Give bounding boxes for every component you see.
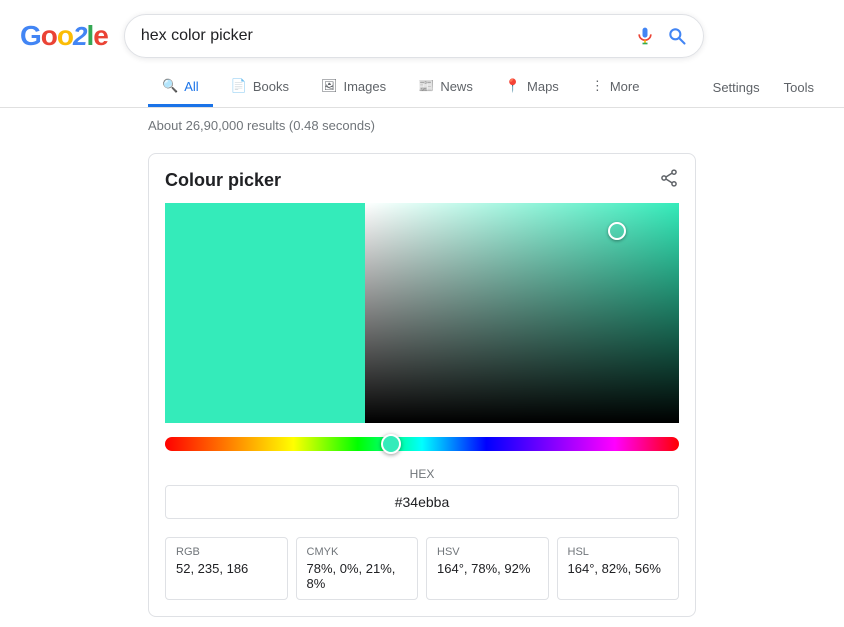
results-info: About 26,90,000 results (0.48 seconds) (0, 108, 844, 143)
logo-l: l (86, 22, 93, 50)
hsv-label: HSV (437, 546, 538, 558)
tab-news-label: News (440, 79, 473, 94)
hsv-box[interactable]: HSV 164°, 78%, 92% (426, 537, 549, 600)
nav-settings-area: Settings Tools (703, 72, 824, 103)
cmyk-box[interactable]: CMYK 78%, 0%, 21%, 8% (296, 537, 419, 600)
search-input[interactable] (141, 27, 635, 45)
rgb-box[interactable]: RGB 52, 235, 186 (165, 537, 288, 600)
color-values: RGB 52, 235, 186 CMYK 78%, 0%, 21%, 8% H… (149, 529, 695, 616)
search-icons (635, 26, 687, 46)
mic-icon[interactable] (635, 26, 655, 46)
maps-icon: 📍 (505, 78, 521, 94)
all-icon: 🔍 (162, 78, 178, 94)
color-swatch (165, 203, 365, 423)
more-icon: ⋮ (591, 78, 604, 94)
news-icon: 📰 (418, 78, 434, 94)
tab-all-label: All (184, 79, 198, 94)
search-bar (124, 14, 704, 58)
hsv-value: 164°, 78%, 92% (437, 561, 538, 576)
hue-slider-container (149, 423, 695, 461)
tab-more-label: More (610, 79, 640, 94)
tab-more[interactable]: ⋮ More (577, 68, 654, 107)
picker-main[interactable] (165, 203, 679, 423)
hue-slider[interactable] (165, 437, 679, 451)
color-picker-card: Colour picker HEX RG (148, 153, 696, 617)
tab-all[interactable]: 🔍 All (148, 68, 213, 107)
nav-tabs: 🔍 All 📄 Books 🖼 Images 📰 News 📍 Maps ⋮ M… (0, 68, 844, 108)
hex-input[interactable] (178, 494, 666, 510)
rgb-label: RGB (176, 546, 277, 558)
tab-books[interactable]: 📄 Books (217, 68, 303, 107)
tab-news[interactable]: 📰 News (404, 68, 487, 107)
hsl-box[interactable]: HSL 164°, 82%, 56% (557, 537, 680, 600)
tab-images-label: Images (343, 79, 386, 94)
tab-maps[interactable]: 📍 Maps (491, 68, 573, 107)
hex-input-wrapper (165, 485, 679, 519)
images-icon: 🖼 (321, 78, 338, 94)
logo-o1: o (41, 22, 57, 50)
tab-images[interactable]: 🖼 Images (307, 68, 400, 107)
search-button[interactable] (667, 26, 687, 46)
tab-books-label: Books (253, 79, 289, 94)
logo-e: e (93, 22, 108, 50)
logo-2: 2 (73, 23, 86, 49)
card-title: Colour picker (165, 170, 281, 191)
settings-button[interactable]: Settings (703, 72, 770, 103)
hsl-value: 164°, 82%, 56% (568, 561, 669, 576)
header: Goo2le (0, 0, 844, 68)
hex-label: HEX (410, 467, 435, 481)
logo-o2: o (57, 22, 73, 50)
cmyk-label: CMYK (307, 546, 408, 558)
card-header: Colour picker (149, 154, 695, 203)
hex-section: HEX (149, 461, 695, 529)
tools-button[interactable]: Tools (774, 72, 824, 103)
picker-circle[interactable] (608, 222, 626, 240)
share-icon[interactable] (659, 168, 679, 193)
hsl-label: HSL (568, 546, 669, 558)
results-count: About 26,90,000 results (0.48 seconds) (148, 118, 375, 133)
rgb-value: 52, 235, 186 (176, 561, 277, 576)
books-icon: 📄 (231, 78, 247, 94)
cmyk-value: 78%, 0%, 21%, 8% (307, 561, 408, 591)
hue-thumb[interactable] (381, 434, 401, 454)
tab-maps-label: Maps (527, 79, 559, 94)
google-logo[interactable]: Goo2le (20, 22, 108, 50)
color-gradient[interactable] (365, 203, 679, 423)
logo-g: G (20, 22, 41, 50)
